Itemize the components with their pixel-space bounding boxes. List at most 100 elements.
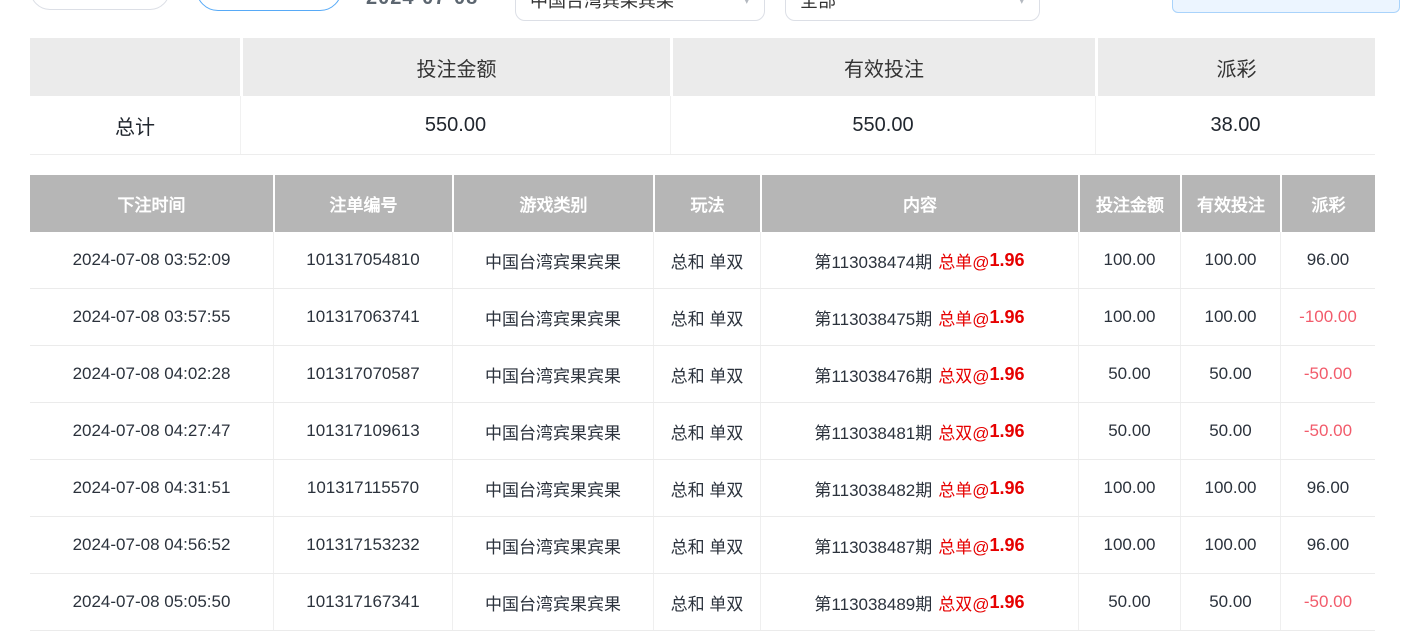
- payout-cell: 96.00: [1280, 232, 1375, 288]
- summary-header-payout: 派彩: [1095, 38, 1375, 96]
- table-row: 2024-07-08 04:56:52 101317153232 中国台湾宾果宾…: [30, 517, 1375, 574]
- date-label[interactable]: 2024-07-08: [366, 0, 478, 10]
- summary-total-valid: 550.00: [670, 96, 1095, 154]
- odds-value: 1.96: [990, 307, 1025, 328]
- pick-label: 总双@: [938, 362, 989, 387]
- valid-bet-cell: 50.00: [1180, 346, 1280, 402]
- period-label: 第113038489期: [814, 590, 932, 615]
- table-row: 2024-07-08 04:31:51 101317115570 中国台湾宾果宾…: [30, 460, 1375, 517]
- valid-bet-cell: 50.00: [1180, 403, 1280, 459]
- summary-header-row: 投注金额 有效投注 派彩: [30, 38, 1375, 96]
- table-row: 2024-07-08 03:57:55 101317063741 中国台湾宾果宾…: [30, 289, 1375, 346]
- chevron-down-icon: ▾: [743, 0, 750, 8]
- play-cell: 总和 单双: [653, 460, 760, 516]
- bet-amount-cell: 100.00: [1078, 232, 1180, 288]
- period-label: 第113038481期: [814, 419, 932, 444]
- tab-settled-bets[interactable]: 已结算注单: [196, 0, 342, 11]
- table-row: 2024-07-08 04:02:28 101317070587 中国台湾宾果宾…: [30, 346, 1375, 403]
- payout-cell: 96.00: [1280, 517, 1375, 573]
- toolbar-action-button[interactable]: [1172, 0, 1400, 13]
- period-label: 第113038476期: [814, 362, 932, 387]
- bet-time-cell: 2024-07-08 04:31:51: [30, 460, 273, 516]
- period-label: 第113038482期: [814, 476, 932, 501]
- table-row: 2024-07-08 05:05:50 101317167341 中国台湾宾果宾…: [30, 574, 1375, 631]
- table-row: 2024-07-08 04:27:47 101317109613 中国台湾宾果宾…: [30, 403, 1375, 460]
- play-cell: 总和 单双: [653, 232, 760, 288]
- game-type-cell: 中国台湾宾果宾果: [452, 517, 653, 573]
- payout-cell: 96.00: [1280, 460, 1375, 516]
- order-no-cell: 101317070587: [273, 346, 452, 402]
- summary-total-bet: 550.00: [240, 96, 670, 154]
- bet-time-cell: 2024-07-08 04:56:52: [30, 517, 273, 573]
- bet-amount-cell: 100.00: [1078, 460, 1180, 516]
- payout-cell: -100.00: [1280, 289, 1375, 345]
- filter-toolbar: 未结算注单 已结算注单 2024-07-08 中国台湾宾果宾果 ▾ 全部 ▾: [0, 0, 1423, 28]
- summary-header-valid: 有效投注: [670, 38, 1095, 96]
- game-type-cell: 中国台湾宾果宾果: [452, 289, 653, 345]
- bet-time-cell: 2024-07-08 03:52:09: [30, 232, 273, 288]
- odds-value: 1.96: [990, 250, 1025, 271]
- bet-amount-cell: 100.00: [1078, 517, 1180, 573]
- summary-table: 投注金额 有效投注 派彩 总计 550.00 550.00 38.00: [30, 38, 1375, 155]
- content-cell: 第113038475期总单@1.96: [760, 289, 1078, 345]
- content-cell: 第113038476期总双@1.96: [760, 346, 1078, 402]
- order-no-cell: 101317109613: [273, 403, 452, 459]
- pick-label: 总单@: [938, 248, 989, 273]
- col-header-order-no: 注单编号: [273, 175, 452, 232]
- records-header-row: 下注时间 注单编号 游戏类别 玩法 内容 投注金额 有效投注 派彩: [30, 175, 1375, 232]
- content-cell: 第113038487期总单@1.96: [760, 517, 1078, 573]
- col-header-game-type: 游戏类别: [452, 175, 653, 232]
- play-cell: 总和 单双: [653, 289, 760, 345]
- pick-label: 总单@: [938, 305, 989, 330]
- order-no-cell: 101317054810: [273, 232, 452, 288]
- status-filter-select[interactable]: 全部 ▾: [785, 0, 1040, 21]
- period-label: 第113038475期: [814, 305, 932, 330]
- col-header-content: 内容: [760, 175, 1078, 232]
- game-type-cell: 中国台湾宾果宾果: [452, 574, 653, 630]
- game-type-cell: 中国台湾宾果宾果: [452, 403, 653, 459]
- play-cell: 总和 单双: [653, 574, 760, 630]
- order-no-cell: 101317063741: [273, 289, 452, 345]
- pick-label: 总单@: [938, 476, 989, 501]
- payout-cell: -50.00: [1280, 346, 1375, 402]
- valid-bet-cell: 100.00: [1180, 460, 1280, 516]
- order-no-cell: 101317167341: [273, 574, 452, 630]
- bet-time-cell: 2024-07-08 05:05:50: [30, 574, 273, 630]
- col-header-valid-bet: 有效投注: [1180, 175, 1280, 232]
- game-type-cell: 中国台湾宾果宾果: [452, 346, 653, 402]
- bet-time-cell: 2024-07-08 04:27:47: [30, 403, 273, 459]
- content-cell: 第113038481期总双@1.96: [760, 403, 1078, 459]
- content-cell: 第113038489期总双@1.96: [760, 574, 1078, 630]
- content-cell: 第113038482期总单@1.96: [760, 460, 1078, 516]
- order-no-cell: 101317115570: [273, 460, 452, 516]
- col-header-payout: 派彩: [1280, 175, 1375, 232]
- period-label: 第113038487期: [814, 533, 932, 558]
- col-header-play: 玩法: [653, 175, 760, 232]
- bet-amount-cell: 100.00: [1078, 289, 1180, 345]
- bet-amount-cell: 50.00: [1078, 403, 1180, 459]
- valid-bet-cell: 100.00: [1180, 517, 1280, 573]
- bet-amount-cell: 50.00: [1078, 574, 1180, 630]
- odds-value: 1.96: [990, 535, 1025, 556]
- game-filter-select[interactable]: 中国台湾宾果宾果 ▾: [515, 0, 765, 21]
- tab-unsettled-bets[interactable]: 未结算注单: [30, 0, 170, 10]
- payout-cell: -50.00: [1280, 403, 1375, 459]
- summary-total-row: 总计 550.00 550.00 38.00: [30, 96, 1375, 155]
- odds-value: 1.96: [990, 592, 1025, 613]
- bet-amount-cell: 50.00: [1078, 346, 1180, 402]
- game-type-cell: 中国台湾宾果宾果: [452, 232, 653, 288]
- odds-value: 1.96: [990, 478, 1025, 499]
- play-cell: 总和 单双: [653, 403, 760, 459]
- chevron-down-icon: ▾: [1018, 0, 1025, 8]
- game-filter-value: 中国台湾宾果宾果: [530, 0, 674, 13]
- odds-value: 1.96: [990, 364, 1025, 385]
- summary-header-empty: [30, 38, 240, 96]
- status-filter-value: 全部: [800, 0, 836, 13]
- valid-bet-cell: 100.00: [1180, 289, 1280, 345]
- pick-label: 总双@: [938, 419, 989, 444]
- col-header-bet-time: 下注时间: [30, 175, 273, 232]
- play-cell: 总和 单双: [653, 517, 760, 573]
- bet-time-cell: 2024-07-08 04:02:28: [30, 346, 273, 402]
- table-row: 2024-07-08 03:52:09 101317054810 中国台湾宾果宾…: [30, 232, 1375, 289]
- valid-bet-cell: 100.00: [1180, 232, 1280, 288]
